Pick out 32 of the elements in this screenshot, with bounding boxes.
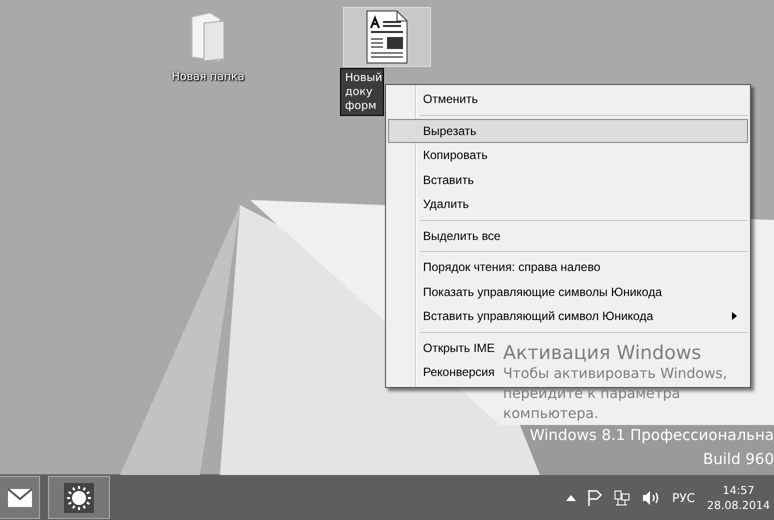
activation-text: компьютера. — [503, 405, 600, 424]
menu-item[interactable]: Удалить — [388, 192, 480, 216]
activation-text: Чтобы активировать Windows, — [503, 365, 728, 384]
taskbar-app[interactable] — [0, 476, 40, 519]
clock[interactable]: 14:57 28.08.2014 — [707, 482, 770, 512]
menu-item[interactable]: Порядок чтения: справа налево — [388, 255, 612, 280]
document-icon — [365, 10, 409, 64]
activation-title: Активация Windows — [503, 342, 702, 364]
flag-icon[interactable] — [588, 490, 602, 506]
menu-item[interactable]: Копировать — [388, 143, 499, 168]
icon-label: Новый доку форм — [341, 69, 383, 115]
activation-text: перейдите к параметра — [503, 385, 682, 404]
edition-text: Windows 8.1 Профессиональна — [530, 426, 774, 444]
network-icon[interactable] — [614, 490, 630, 506]
menu-item[interactable]: Выделить все — [388, 224, 512, 248]
desktop-icon[interactable] — [344, 8, 430, 66]
taskbar-app[interactable] — [48, 476, 110, 519]
clock-date: 28.08.2014 — [707, 498, 770, 512]
menu-item[interactable]: Отменить — [388, 87, 489, 112]
sun-icon[interactable] — [64, 482, 94, 512]
mail-icon[interactable] — [6, 488, 32, 508]
language-indicator[interactable]: РУС — [672, 490, 696, 504]
build-text: Build 960 — [702, 450, 774, 468]
icon-label: Новая папка — [170, 69, 246, 85]
caret-icon[interactable] — [566, 494, 576, 500]
clock-time: 14:57 — [722, 482, 754, 498]
menu-item[interactable]: Показать управляющие символы Юникода — [388, 280, 673, 304]
menu-item[interactable]: Вставить управляющий символ Юникода — [388, 304, 748, 328]
speaker-icon[interactable] — [642, 490, 660, 506]
menu-item[interactable]: Вырезать — [388, 118, 748, 143]
menu-item[interactable]: Вставить — [388, 168, 485, 192]
folder-icon — [190, 11, 226, 63]
